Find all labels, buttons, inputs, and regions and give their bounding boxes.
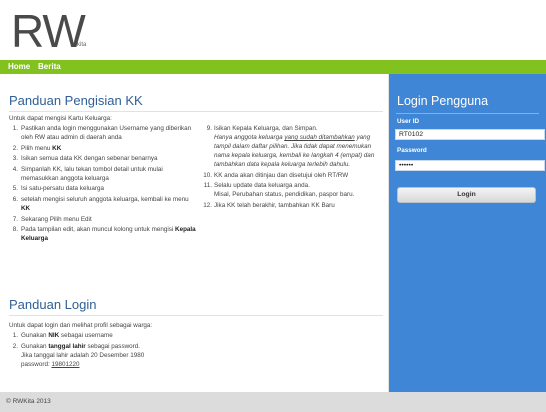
list-item: 1. Pastikan anda login menggunakan Userna… bbox=[12, 125, 192, 141]
list-item: 12. Jika KK telah berakhir, tambahkan KK … bbox=[203, 201, 335, 209]
list-item: 10. KK anda akan ditinjau dan disetujui o… bbox=[203, 171, 349, 179]
divider bbox=[9, 111, 383, 112]
password-label: Password bbox=[397, 147, 427, 154]
password-input[interactable]: •••••• bbox=[395, 160, 545, 171]
user-id-input[interactable]: RT0102 bbox=[395, 129, 545, 140]
site-logo[interactable]: RW bbox=[11, 8, 86, 54]
list-item: 6. setelah mengisi seluruh anggota keluar… bbox=[12, 195, 189, 212]
panduan-kk-intro: Untuk dapat mengisi Kartu Keluarga: bbox=[9, 115, 112, 122]
list-item: 7. Sekarang Pilih menu Edit bbox=[12, 215, 92, 223]
list-item: 9. Isikan Kepala Keluarga, dan Simpan. Han… bbox=[206, 125, 375, 168]
panduan-kk-steps-right: 9. Isikan Kepala Keluarga, dan Simpan. Han… bbox=[202, 124, 386, 211]
list-item: 5. Isi satu-persatu data keluarga bbox=[12, 185, 104, 193]
list-item: 2. Gunakan tanggal lahir sebagai password… bbox=[12, 342, 145, 368]
panduan-kk-title: Panduan Pengisian KK bbox=[9, 93, 143, 108]
list-item: 3. Isikan semua data KK dengan sebenar be… bbox=[12, 155, 158, 163]
list-item: 4. Simpanlah KK, lalu tekan tombol detail… bbox=[12, 165, 163, 182]
panduan-login-intro: Untuk dapat login dan melihat profil seb… bbox=[9, 322, 153, 329]
header: RW kita bbox=[0, 0, 546, 60]
panduan-login-steps: 1. Gunakan NIK sebagai username 2. Gunakan… bbox=[9, 331, 209, 370]
site-logo-subtitle: kita bbox=[77, 42, 87, 48]
copyright-text: © RWKita 2013 bbox=[6, 398, 51, 405]
panduan-login-title: Panduan Login bbox=[9, 297, 97, 312]
panduan-kk-steps-left: 1. Pastikan anda login menggunakan Userna… bbox=[9, 124, 197, 245]
list-item: 8. Pada tampilan edit, akan muncul kolong… bbox=[12, 226, 196, 243]
login-button[interactable]: Login bbox=[397, 187, 536, 203]
list-item: 11. Selalu update data keluarga anda. Misa… bbox=[203, 182, 355, 199]
main-content: Panduan Pengisian KK Untuk dapat mengisi… bbox=[0, 74, 389, 392]
nav-home[interactable]: Home bbox=[8, 61, 30, 73]
divider bbox=[9, 315, 383, 316]
list-item: 1. Gunakan NIK sebagai username bbox=[12, 332, 113, 339]
login-title: Login Pengguna bbox=[397, 94, 489, 108]
password-example-link[interactable]: 19801220 bbox=[51, 361, 79, 368]
nav-berita[interactable]: Berita bbox=[38, 61, 61, 73]
footer: © RWKita 2013 bbox=[0, 392, 546, 412]
divider bbox=[396, 113, 539, 114]
list-item: 2. Pilih menu KK bbox=[12, 144, 62, 152]
nav-bar: Home Berita bbox=[0, 60, 546, 74]
ditambahkan-link[interactable]: yang sudah ditambahkan bbox=[284, 134, 354, 141]
login-sidebar: Login Pengguna User ID RT0102 Password •… bbox=[389, 74, 546, 392]
user-id-label: User ID bbox=[397, 118, 420, 125]
